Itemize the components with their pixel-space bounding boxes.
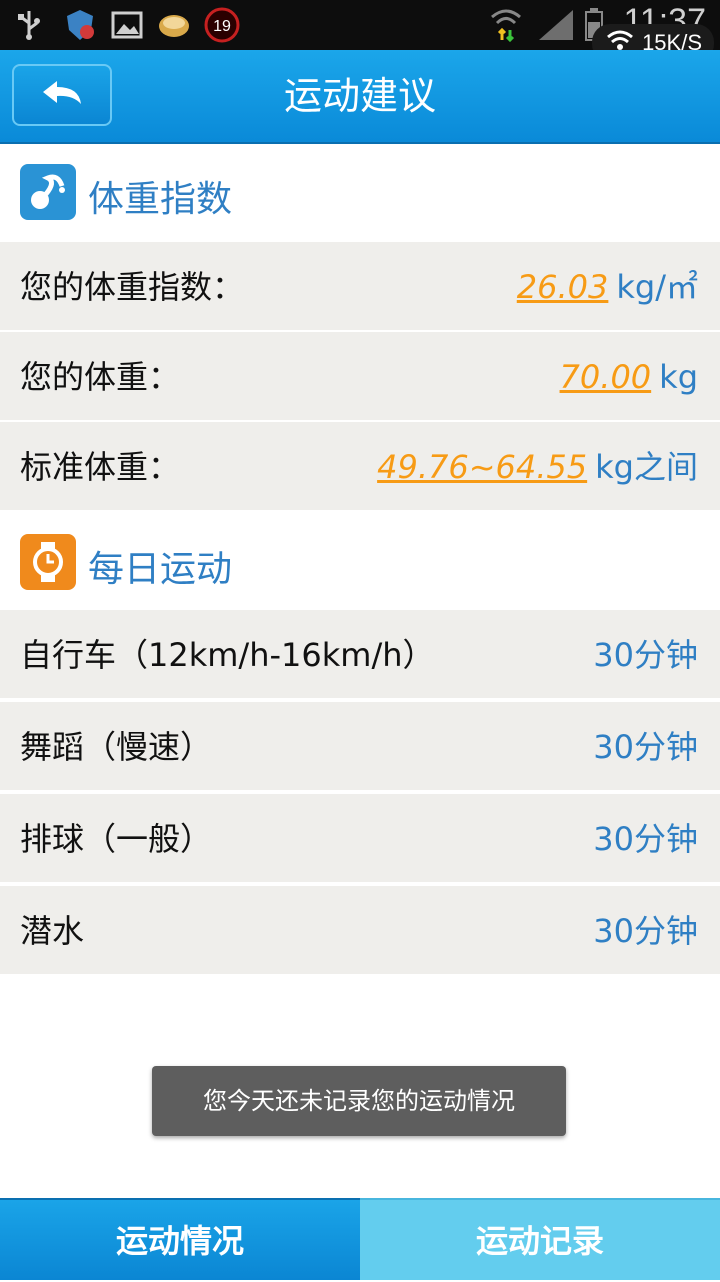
exercise-duration: 30分钟 (593, 728, 698, 766)
food-app-icon (156, 8, 192, 42)
bmi-unit: kg/㎡ (616, 268, 698, 306)
status-bar: 19 11:37 15K/S (0, 0, 720, 62)
exercise-label: 潜水 (20, 912, 85, 950)
usb-icon (14, 8, 44, 42)
toast-message: 您今天还未记录您的运动情况 (152, 1066, 566, 1136)
bmi-label: 您的体重指数： (20, 268, 245, 306)
standard-weight-value-group: 49.76~64.55 kg之间 (377, 422, 698, 512)
weight-value: 70.00 (559, 358, 652, 396)
weight-row: 您的体重： 70.00 kg (0, 332, 720, 422)
bmi-value: 26.03 (516, 268, 609, 306)
scale-icon (20, 164, 76, 220)
tab-exercise-status[interactable]: 运动情况 (0, 1198, 360, 1280)
back-button[interactable] (12, 64, 112, 126)
weight-label: 您的体重： (20, 358, 181, 396)
wifi-data-icon (488, 8, 524, 43)
bmi-row: 您的体重指数： 26.03 kg/㎡ (0, 242, 720, 332)
bmi-section-title: 体重指数 (88, 179, 233, 220)
bmi-value-group: 26.03 kg/㎡ (517, 242, 698, 332)
standard-weight-label: 标准体重： (20, 448, 181, 486)
back-arrow-icon (39, 78, 85, 112)
notification-badge-icon: 19 (204, 7, 240, 43)
signal-icon (536, 8, 576, 42)
standard-weight-value: 49.76~64.55 (377, 448, 588, 486)
exercise-row: 潜水 30分钟 (0, 886, 720, 976)
exercise-row: 舞蹈（慢速） 30分钟 (0, 702, 720, 792)
gallery-icon (110, 8, 144, 42)
bmi-section-header: 体重指数 (0, 144, 720, 242)
tab-exercise-record[interactable]: 运动记录 (360, 1198, 720, 1280)
exercise-section-header: 每日运动 (0, 514, 720, 612)
standard-weight-unit: kg之间 (595, 448, 698, 486)
exercise-label: 舞蹈（慢速） (20, 728, 213, 766)
title-bar: 运动建议 (0, 50, 720, 144)
exercise-row: 排球（一般） 30分钟 (0, 794, 720, 884)
weight-unit: kg (659, 358, 698, 396)
bottom-tab-bar: 运动情况 运动记录 (0, 1198, 720, 1280)
badge-count: 19 (213, 18, 231, 35)
exercise-label: 自行车（12km/h-16km/h） (20, 636, 435, 674)
exercise-label: 排球（一般） (20, 820, 213, 858)
exercise-row: 自行车（12km/h-16km/h） 30分钟 (0, 610, 720, 700)
exercise-duration: 30分钟 (593, 636, 698, 674)
exercise-section-title: 每日运动 (88, 549, 233, 590)
standard-weight-row: 标准体重： 49.76~64.55 kg之间 (0, 422, 720, 512)
exercise-duration: 30分钟 (593, 912, 698, 950)
shield-app-icon (62, 8, 98, 42)
watch-icon (20, 534, 76, 590)
exercise-duration: 30分钟 (593, 820, 698, 858)
weight-value-group: 70.00 kg (560, 332, 698, 422)
